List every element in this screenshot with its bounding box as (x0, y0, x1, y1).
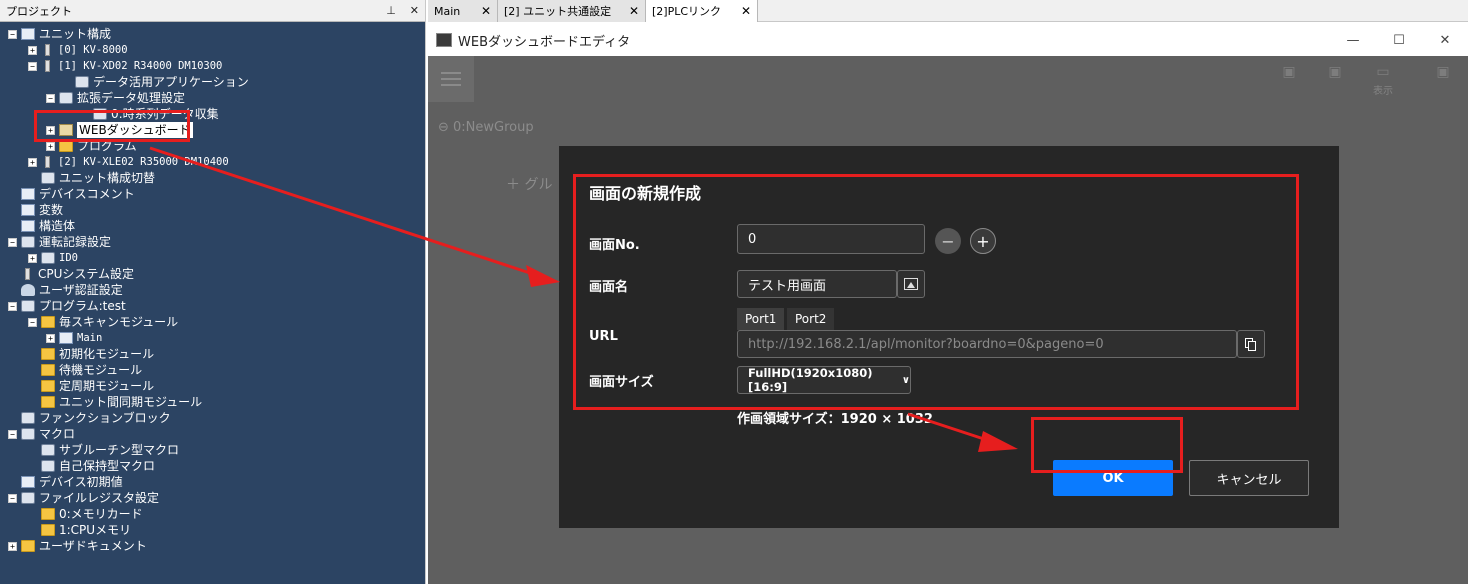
annotation-arrows (149, 146, 1018, 452)
arrow-to-ok (907, 412, 991, 443)
arrowhead (978, 431, 1018, 452)
arrowhead (526, 265, 560, 287)
arrow-to-dialog (149, 146, 537, 277)
